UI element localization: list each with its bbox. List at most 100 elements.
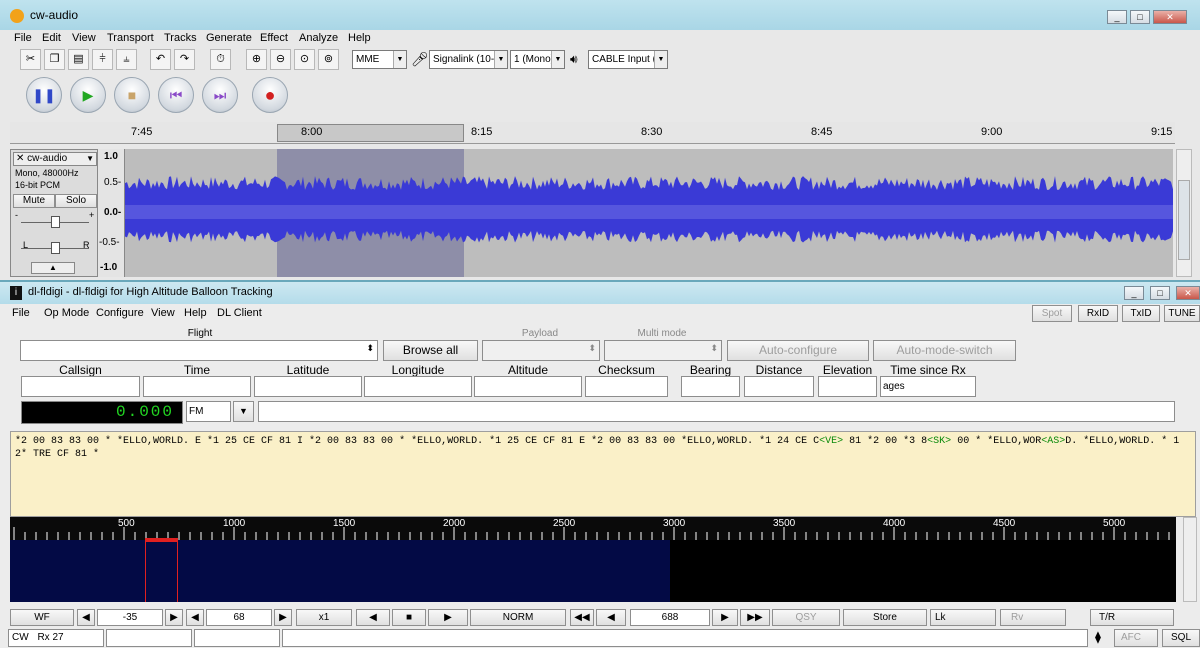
tune-button[interactable]: TUNE — [1164, 305, 1200, 322]
carrier-frequency-field[interactable]: 688 — [630, 609, 710, 626]
txid-button[interactable]: TxID — [1122, 305, 1160, 322]
callsign-field[interactable] — [21, 376, 140, 397]
mode-field[interactable]: FM — [186, 401, 231, 422]
minimize-button[interactable]: _ — [1124, 286, 1144, 300]
channels-select[interactable]: 1 (Mono) ▼ — [510, 50, 565, 69]
record-button[interactable]: ● — [252, 77, 288, 113]
multimode-select[interactable]: ⬍ — [604, 340, 722, 361]
redo-icon[interactable]: ↷ — [174, 49, 195, 70]
skip-end-button[interactable]: ⏭ — [202, 77, 238, 113]
wf-left-button[interactable]: ◀ — [356, 609, 390, 626]
paste-icon[interactable]: ▤ — [68, 49, 89, 70]
menu-help[interactable]: Help — [184, 307, 207, 319]
play-button[interactable]: ▶ — [70, 77, 106, 113]
menu-effect[interactable]: Effect — [254, 30, 294, 46]
freq-down-button[interactable]: ◀ — [596, 609, 626, 626]
scrollbar-thumb[interactable] — [1178, 180, 1190, 260]
flight-select[interactable]: ⬍ — [20, 340, 378, 361]
range-decrease-button[interactable]: ◀ — [186, 609, 204, 626]
ref-level-field[interactable]: -35 — [97, 609, 163, 626]
menu-generate[interactable]: Generate — [200, 30, 258, 46]
qsy-button[interactable]: QSY — [772, 609, 840, 626]
mute-button[interactable]: Mute — [13, 194, 55, 208]
elevation-field[interactable] — [818, 376, 877, 397]
menu-configure[interactable]: Configure — [96, 307, 144, 319]
menu-tracks[interactable]: Tracks — [158, 30, 203, 46]
tr-toggle[interactable]: T/R — [1090, 609, 1174, 626]
sql-toggle[interactable]: SQL — [1162, 629, 1200, 647]
maximize-button[interactable]: □ — [1150, 286, 1170, 300]
pause-button[interactable]: ❚❚ — [26, 77, 62, 113]
zoom-in-icon[interactable]: ⊕ — [246, 49, 267, 70]
close-button[interactable]: ✕ — [1153, 10, 1187, 24]
payload-select[interactable]: ⬍ — [482, 340, 600, 361]
timeline-ruler[interactable]: 7:45 8:00 8:15 8:30 8:45 9:00 9:15 — [10, 122, 1175, 144]
ref-decrease-button[interactable]: ◀ — [77, 609, 95, 626]
menu-file[interactable]: File — [12, 307, 30, 319]
rx-cursor[interactable] — [145, 540, 178, 602]
waterfall-display[interactable] — [10, 538, 1176, 602]
collapse-track-button[interactable]: ▲ — [31, 262, 75, 274]
menu-dl-client[interactable]: DL Client — [217, 307, 262, 319]
frequency-display[interactable]: 0.000 — [21, 401, 183, 424]
auto-configure-button[interactable]: Auto-configure — [727, 340, 869, 361]
undo-icon[interactable]: ↶ — [150, 49, 171, 70]
close-button[interactable]: ✕ — [1176, 286, 1200, 300]
rx-text-panel[interactable]: *2 00 83 83 00 * *ELLO,WORLD. E *1 25 CE… — [10, 431, 1196, 517]
range-increase-button[interactable]: ▶ — [274, 609, 292, 626]
solo-button[interactable]: Solo — [55, 194, 97, 208]
bearing-field[interactable] — [681, 376, 740, 397]
lock-toggle[interactable]: Lk — [930, 609, 996, 626]
norm-button[interactable]: NORM — [470, 609, 566, 626]
spot-button[interactable]: Spot — [1032, 305, 1072, 322]
zoom-button[interactable]: x1 — [296, 609, 352, 626]
skip-start-button[interactable]: ⏮ — [158, 77, 194, 113]
menu-help[interactable]: Help — [342, 30, 377, 46]
freq-up-button[interactable]: ▶ — [712, 609, 738, 626]
range-field[interactable]: 68 — [206, 609, 272, 626]
wf-mode-button[interactable]: WF — [10, 609, 74, 626]
copy-icon[interactable]: ❐ — [44, 49, 65, 70]
audio-host-select[interactable]: MME ▼ — [352, 50, 407, 69]
menu-analyze[interactable]: Analyze — [293, 30, 344, 46]
freq-fast-down-button[interactable]: ◀◀ — [570, 609, 594, 626]
maximize-button[interactable]: □ — [1130, 10, 1150, 24]
menu-view[interactable]: View — [66, 30, 102, 46]
time-field[interactable] — [143, 376, 251, 397]
longitude-field[interactable] — [364, 376, 472, 397]
freq-fast-up-button[interactable]: ▶▶ — [740, 609, 770, 626]
menu-transport[interactable]: Transport — [101, 30, 160, 46]
reverse-toggle[interactable]: Rv — [1000, 609, 1066, 626]
browse-all-button[interactable]: Browse all — [383, 340, 478, 361]
vertical-scrollbar[interactable] — [1176, 149, 1192, 277]
distance-field[interactable] — [744, 376, 814, 397]
silence-icon[interactable]: ⫨ — [116, 49, 137, 70]
menu-file[interactable]: File — [8, 30, 38, 46]
altitude-field[interactable] — [474, 376, 582, 397]
ref-increase-button[interactable]: ▶ — [165, 609, 183, 626]
track-name-button[interactable]: ✕ cw-audio ▼ — [13, 152, 97, 166]
afc-toggle[interactable]: AFC — [1114, 629, 1158, 647]
wf-pause-button[interactable]: ■ — [392, 609, 426, 626]
close-icon[interactable]: ✕ — [14, 153, 24, 164]
diamond-slider-icon[interactable]: ⧫ — [1095, 630, 1101, 644]
recording-device-select[interactable]: Signalink (10- ▼ — [429, 50, 508, 69]
pan-slider-thumb[interactable] — [51, 242, 60, 254]
time-since-rx-field[interactable]: ages — [880, 376, 976, 397]
rxid-button[interactable]: RxID — [1078, 305, 1118, 322]
log-input[interactable] — [258, 401, 1175, 422]
fit-project-icon[interactable]: ⊚ — [318, 49, 339, 70]
playback-device-select[interactable]: CABLE Input (▼ — [588, 50, 668, 69]
auto-mode-switch-button[interactable]: Auto-mode-switch — [873, 340, 1016, 361]
zoom-out-icon[interactable]: ⊖ — [270, 49, 291, 70]
waterfall-scale[interactable]: 500 1000 1500 2000 2500 3000 3500 4000 4… — [10, 517, 1176, 540]
gain-slider-thumb[interactable] — [51, 216, 60, 228]
fit-selection-icon[interactable]: ⊙ — [294, 49, 315, 70]
waterfall-scrollbar[interactable] — [1183, 517, 1197, 602]
stop-button[interactable]: ■ — [114, 77, 150, 113]
wf-right-button[interactable]: ▶ — [428, 609, 468, 626]
latitude-field[interactable] — [254, 376, 362, 397]
minimize-button[interactable]: _ — [1107, 10, 1127, 24]
menu-edit[interactable]: Edit — [36, 30, 67, 46]
mode-dropdown-button[interactable]: ▼ — [233, 401, 254, 422]
